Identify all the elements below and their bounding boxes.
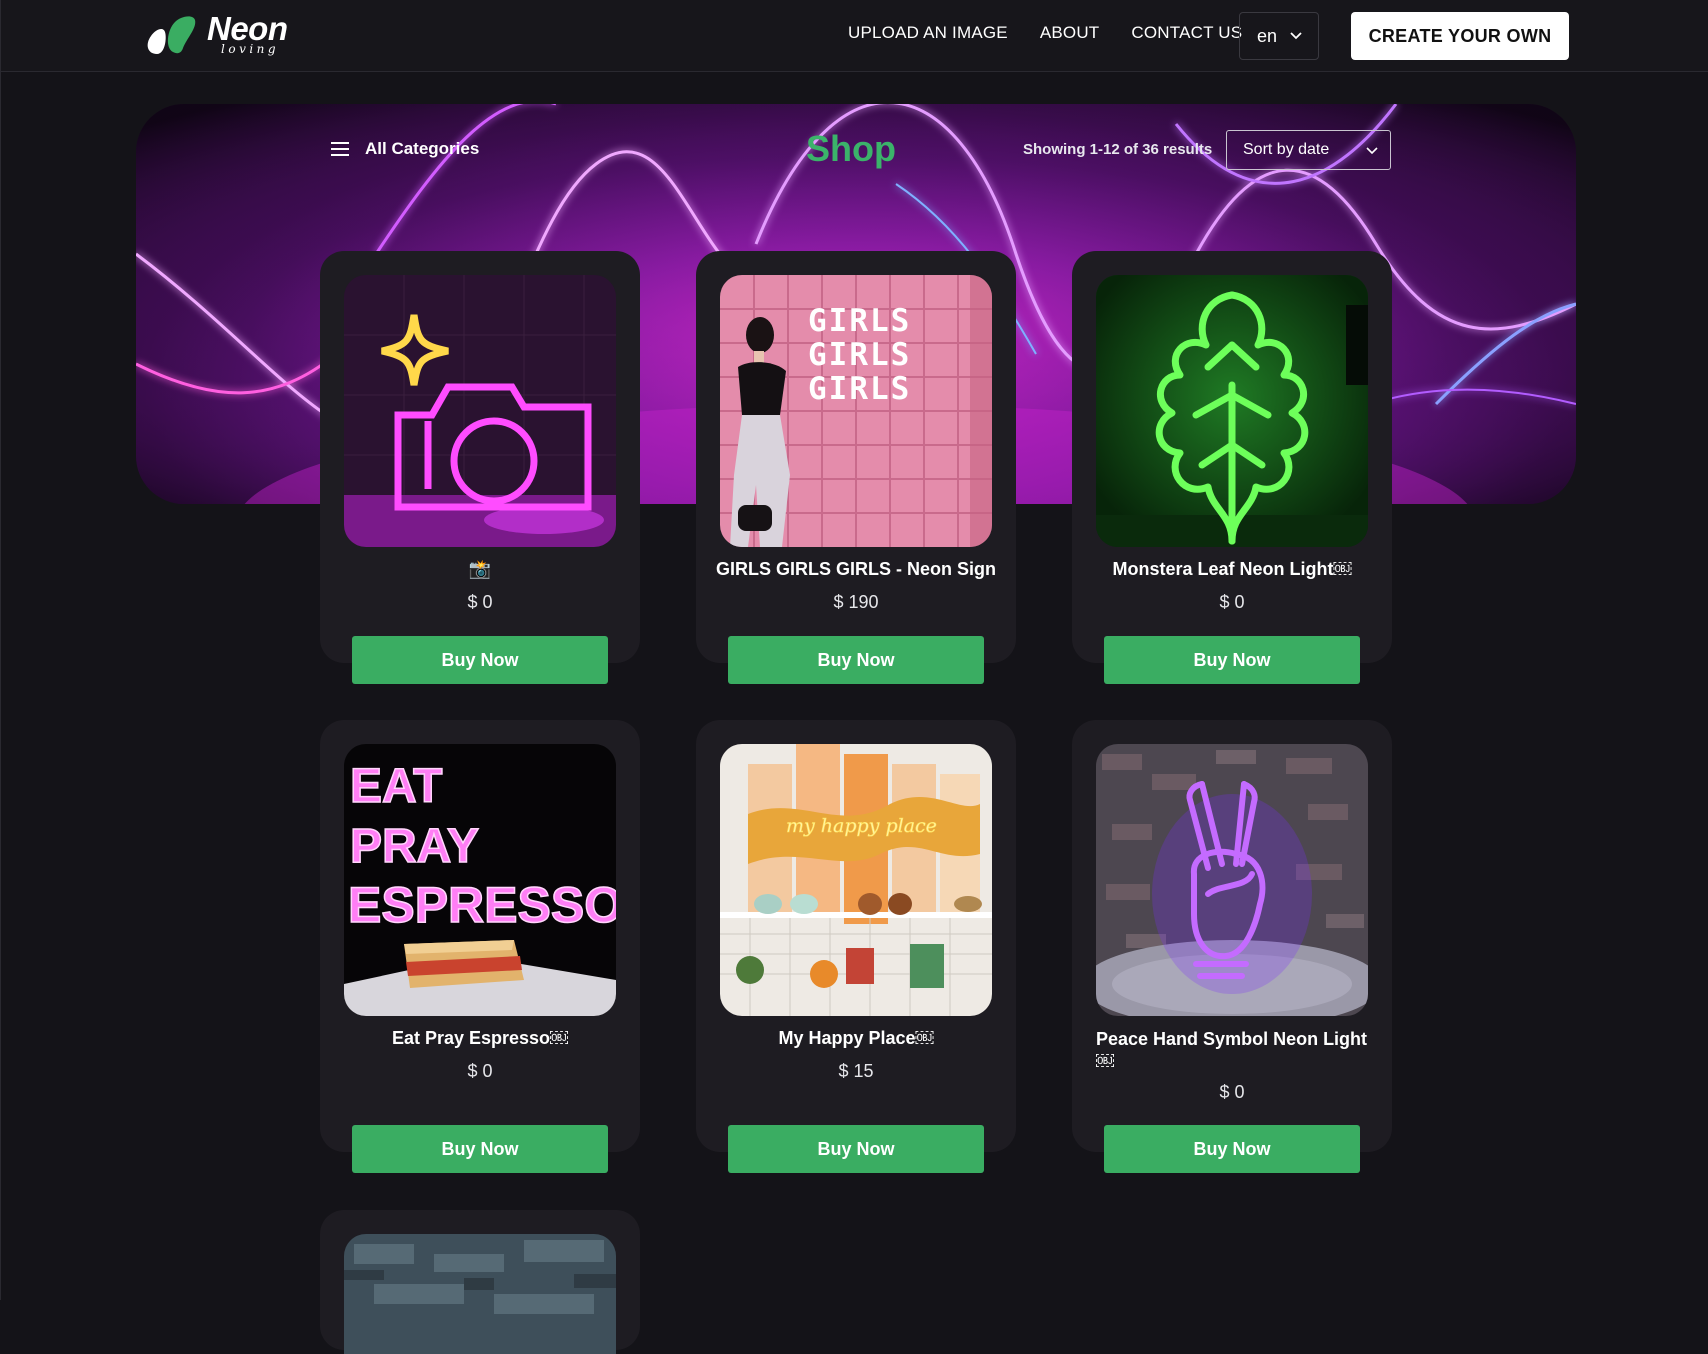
nav-about[interactable]: ABOUT [1040,23,1100,43]
buy-now-button[interactable]: Buy Now [352,1125,608,1173]
product-price: $ 0 [1219,1082,1245,1102]
nav-contact-us[interactable]: CONTACT US [1131,23,1242,43]
sign-text-line: GIRLS [808,303,911,339]
create-your-own-button[interactable]: CREATE YOUR OWN [1351,12,1569,60]
product-image-peace-hand[interactable] [1096,744,1368,1016]
sign-text-line: GIRLS [808,337,911,373]
product-name[interactable]: Peace Hand Symbol Neon Light ￼ [1096,1028,1376,1072]
results-count: Showing 1-12 of 36 results [1023,141,1213,158]
product-image-happy-place[interactable]: my happy place [720,744,992,1016]
buy-now-button[interactable]: Buy Now [728,636,984,684]
product-price: $ 0 [467,592,493,612]
main-nav: UPLOAD AN IMAGE ABOUT CONTACT US [848,23,1242,43]
logo-mark-icon [147,16,196,54]
site-logo[interactable]: Neon loving [143,8,293,60]
product-card: GIRLS GIRLS GIRLS GIRLS GIRLS GIRLS - Ne… [696,251,1016,684]
product-image-monstera[interactable] [1096,275,1368,547]
product-image-camera[interactable] [344,275,616,547]
language-select[interactable]: en [1239,12,1319,60]
product-price: $ 0 [1219,592,1245,612]
logo-subtitle: loving [221,42,280,56]
sign-text-espresso: ESPRESSO [348,877,616,933]
sign-text-happy-place: my happy place [786,815,937,837]
product-price: $ 190 [833,592,879,612]
product-card [320,1210,640,1354]
sort-value: Sort by date [1243,141,1330,158]
product-name[interactable]: Monstera Leaf Neon Light￼ [1072,559,1392,580]
chevron-down-icon [1290,32,1302,40]
product-card: EAT PRAY ESPRESSO Eat Pray Espresso￼ $ 0… [320,720,640,1173]
language-value: en [1257,25,1278,46]
product-name[interactable]: 📸 [320,559,640,580]
product-image-espresso[interactable]: EAT PRAY ESPRESSO [344,744,616,1016]
sign-text-line: GIRLS [808,371,911,407]
product-card: Peace Hand Symbol Neon Light ￼ $ 0 Buy N… [1072,720,1392,1173]
sort-select[interactable]: Sort by date [1226,130,1391,170]
product-image-partial[interactable] [344,1234,616,1354]
buy-now-button[interactable]: Buy Now [728,1125,984,1173]
hamburger-menu-icon [331,142,349,156]
product-price: $ 15 [838,1061,874,1081]
product-name[interactable]: My Happy Place￼ [696,1028,1016,1049]
all-categories-toggle[interactable]: All Categories [331,139,479,159]
product-name[interactable]: Eat Pray Espresso￼ [320,1028,640,1049]
product-image-girls-sign[interactable]: GIRLS GIRLS GIRLS [720,275,992,547]
all-categories-label: All Categories [365,139,480,158]
buy-now-button[interactable]: Buy Now [1104,636,1360,684]
sign-text-eat: EAT [350,760,442,813]
product-card: Monstera Leaf Neon Light￼ $ 0 Buy Now [1072,251,1392,684]
sign-text-pray: PRAY [350,820,479,873]
product-card: 📸 $ 0 Buy Now [320,251,640,684]
page-title: Shop [806,128,896,169]
buy-now-button[interactable]: Buy Now [1104,1125,1360,1173]
product-name[interactable]: GIRLS GIRLS GIRLS - Neon Sign [696,559,1016,580]
buy-now-button[interactable]: Buy Now [352,636,608,684]
nav-upload-image[interactable]: UPLOAD AN IMAGE [848,23,1008,43]
chevron-down-icon [1366,147,1378,155]
product-card: my happy place My Happy Place￼ $ 15 Buy … [696,720,1016,1173]
site-header: Neon loving UPLOAD AN IMAGE ABOUT CONTAC… [1,0,1708,72]
product-price: $ 0 [467,1061,493,1081]
